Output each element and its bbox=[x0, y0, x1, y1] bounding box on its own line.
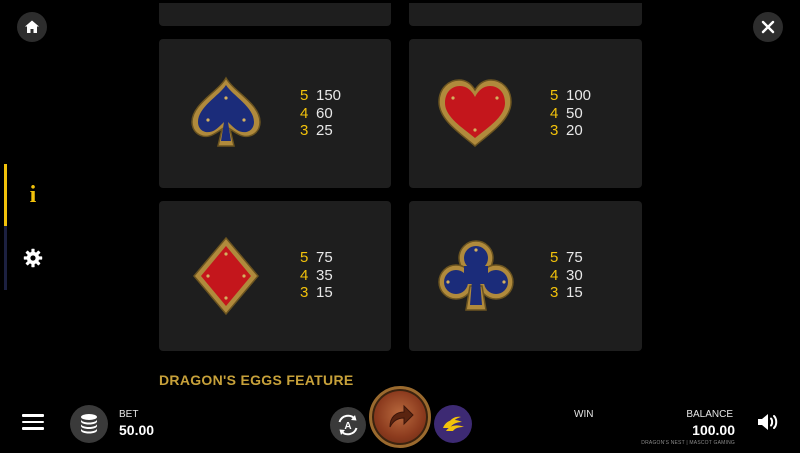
gear-icon bbox=[23, 248, 43, 268]
match-count: 5 bbox=[300, 249, 309, 266]
match-count: 5 bbox=[300, 87, 309, 104]
side-tab-rail bbox=[4, 164, 7, 290]
payout-value: 150 bbox=[316, 87, 342, 104]
balance-label: BALANCE bbox=[686, 409, 733, 420]
paytable-card-diamond: 5 75 4 35 3 15 bbox=[159, 201, 391, 351]
turbo-button[interactable] bbox=[434, 405, 472, 443]
win-label: WIN bbox=[574, 409, 594, 420]
paytable-card-partial bbox=[159, 3, 391, 26]
paytable-card-club: 5 75 4 30 3 15 bbox=[409, 201, 642, 351]
diamond-symbol-icon bbox=[193, 236, 259, 316]
payout-value: 100 bbox=[566, 87, 592, 104]
home-button[interactable] bbox=[17, 12, 47, 42]
payout-value: 75 bbox=[316, 249, 333, 266]
autoplay-button[interactable]: A bbox=[330, 407, 366, 443]
match-count: 3 bbox=[550, 284, 559, 301]
coin-stack-icon bbox=[81, 414, 97, 434]
close-icon bbox=[761, 20, 775, 34]
feature-section-title: DRAGON'S EGGS FEATURE bbox=[159, 372, 354, 388]
payout-value: 60 bbox=[316, 104, 333, 122]
balance-value: 100.00 bbox=[692, 422, 735, 438]
menu-icon-line bbox=[22, 420, 44, 423]
turbo-icon bbox=[443, 416, 464, 431]
match-count: 4 bbox=[550, 266, 559, 284]
payout-value: 30 bbox=[566, 266, 583, 284]
match-count: 4 bbox=[550, 104, 559, 122]
bet-button[interactable] bbox=[70, 405, 108, 443]
autoplay-icon: A bbox=[338, 414, 358, 436]
paytable-card-heart: 5 100 4 50 3 20 bbox=[409, 39, 642, 188]
menu-button[interactable] bbox=[22, 414, 44, 432]
close-button[interactable] bbox=[753, 12, 783, 42]
speaker-icon bbox=[758, 414, 778, 430]
paytable-values: 5 100 4 50 3 20 bbox=[550, 87, 591, 140]
tab-settings[interactable] bbox=[18, 243, 48, 273]
svg-text:A: A bbox=[344, 421, 351, 432]
match-count: 5 bbox=[550, 87, 559, 104]
payout-value: 50 bbox=[566, 104, 583, 122]
tab-info[interactable]: i bbox=[18, 180, 48, 210]
sound-button[interactable] bbox=[756, 411, 780, 433]
payout-value: 15 bbox=[566, 284, 583, 301]
spin-arrow-icon bbox=[389, 404, 414, 428]
bet-label: BET bbox=[119, 409, 139, 420]
home-icon bbox=[25, 20, 39, 33]
spin-button[interactable] bbox=[369, 386, 431, 448]
menu-icon bbox=[22, 414, 44, 417]
match-count: 5 bbox=[550, 249, 559, 266]
payout-value: 25 bbox=[316, 122, 333, 139]
payout-value: 75 bbox=[566, 249, 583, 266]
heart-symbol-icon bbox=[438, 79, 512, 147]
bet-value: 50.00 bbox=[119, 422, 155, 438]
match-count: 3 bbox=[300, 284, 309, 301]
match-count: 4 bbox=[300, 266, 309, 284]
paytable-values: 5 150 4 60 3 25 bbox=[300, 87, 341, 140]
spade-symbol-icon bbox=[191, 76, 261, 147]
active-tab-indicator bbox=[4, 164, 7, 226]
paytable-card-partial bbox=[409, 3, 642, 26]
match-count: 4 bbox=[300, 104, 309, 122]
match-count: 3 bbox=[300, 122, 309, 139]
payout-value: 20 bbox=[566, 122, 583, 139]
info-icon: i bbox=[29, 181, 37, 208]
paytable-values: 5 75 4 30 3 15 bbox=[550, 249, 583, 302]
match-count: 3 bbox=[550, 122, 559, 139]
paytable-values: 5 75 4 35 3 15 bbox=[300, 249, 333, 302]
game-credit: DRAGON'S NEST | MASCOT GAMING bbox=[641, 440, 735, 446]
payout-value: 35 bbox=[316, 266, 333, 284]
menu-icon-line bbox=[22, 427, 44, 430]
payout-value: 15 bbox=[316, 284, 333, 301]
club-symbol-icon bbox=[438, 240, 514, 311]
paytable-card-spade: 5 150 4 60 3 25 bbox=[159, 39, 391, 188]
